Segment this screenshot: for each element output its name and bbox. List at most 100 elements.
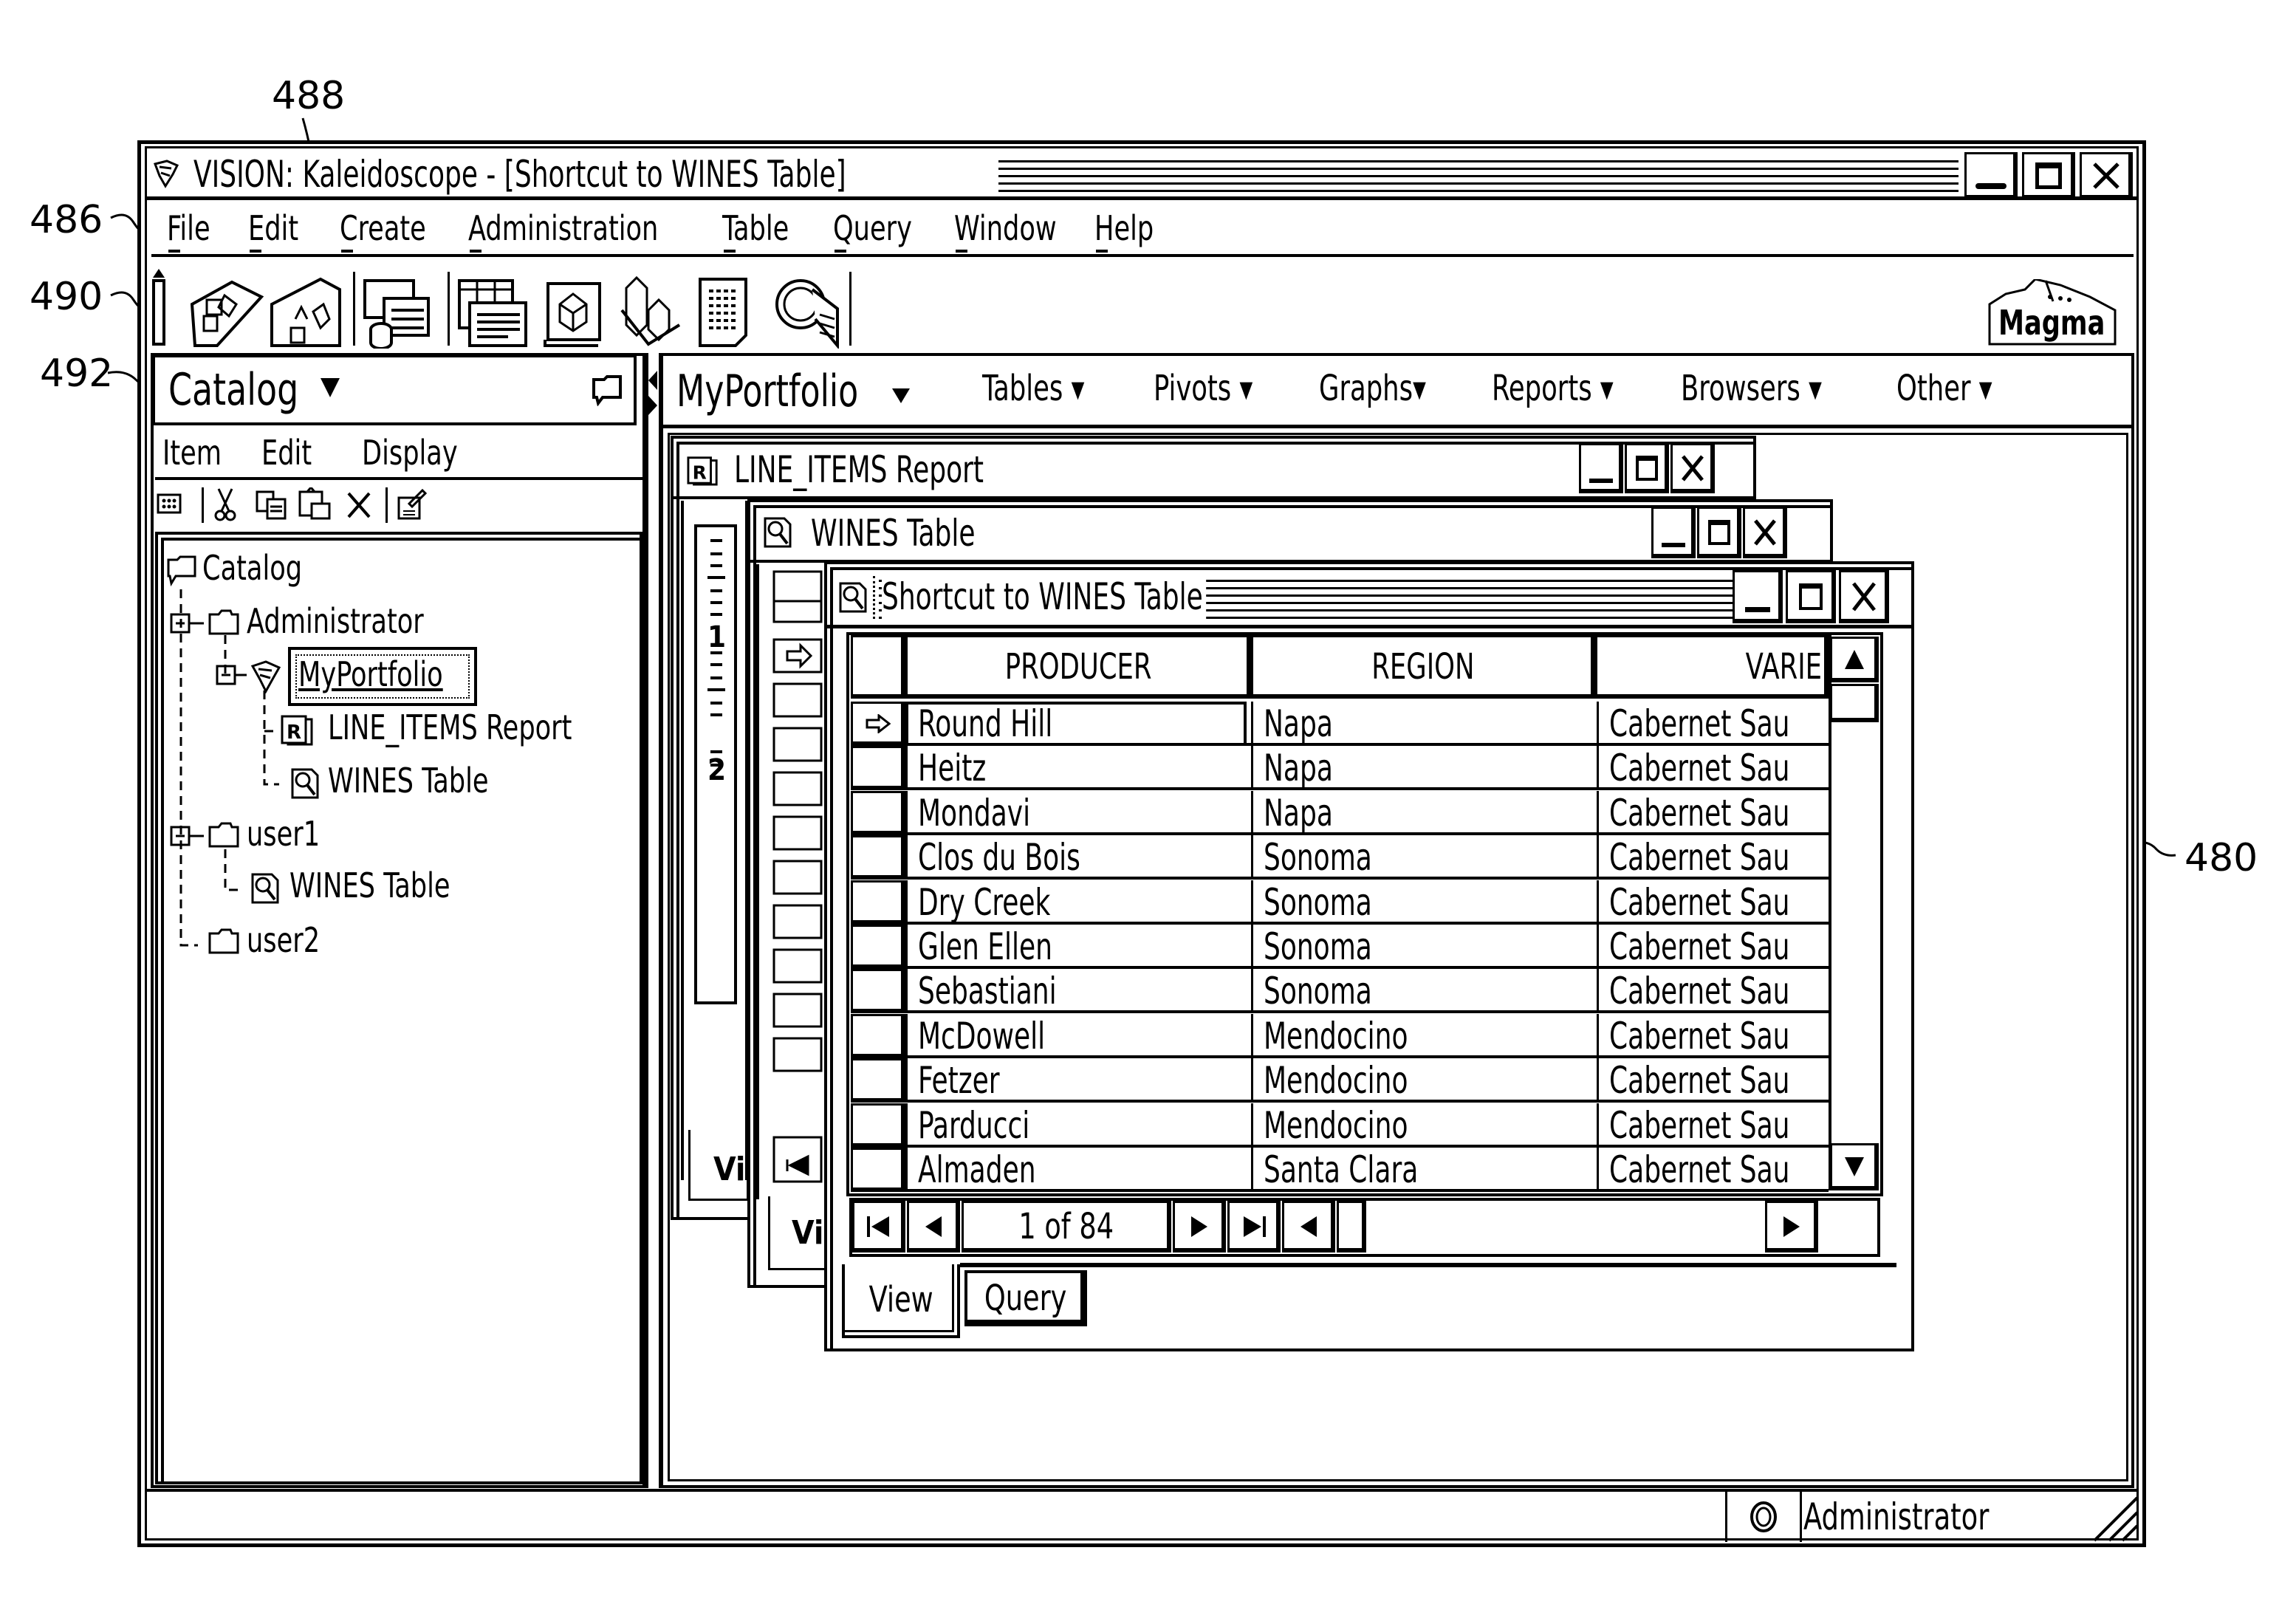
cell-variety[interactable]: Cabernet Sau (1597, 1103, 1827, 1148)
menu-window[interactable]: Window (954, 208, 1057, 248)
tree-node-wines-table[interactable]: WINES Table (328, 761, 489, 801)
last-record-button[interactable] (1227, 1201, 1281, 1252)
cell-variety[interactable]: Cabernet Sau (1597, 880, 1827, 925)
row-selector[interactable] (851, 835, 905, 880)
cell-producer[interactable]: McDowell (905, 1014, 1247, 1058)
line-items-maximize-button[interactable] (1625, 443, 1669, 493)
grid-corner-select-all[interactable] (851, 635, 905, 699)
wines-maximize-button[interactable] (1697, 507, 1741, 558)
cell-region[interactable]: Santa Clara (1251, 1148, 1591, 1192)
row-selector[interactable] (851, 925, 905, 969)
previous-record-button[interactable] (907, 1201, 960, 1252)
menu-query[interactable]: Query (833, 208, 912, 248)
scroll-right-button[interactable] (1765, 1201, 1818, 1252)
cell-region[interactable]: Napa (1251, 791, 1591, 835)
tree-node-myportfolio[interactable]: MyPortfolio (298, 654, 443, 694)
cell-region[interactable]: Sonoma (1251, 880, 1591, 925)
next-record-icon (1191, 1216, 1207, 1237)
cell-variety[interactable]: Cabernet Sau (1597, 1148, 1827, 1192)
cell-variety[interactable]: Cabernet Sau (1597, 746, 1827, 790)
row-selector[interactable] (851, 1103, 905, 1148)
maximize-button[interactable] (2022, 152, 2075, 199)
cell-producer[interactable]: Glen Ellen (905, 925, 1247, 969)
cell-producer[interactable]: Dry Creek (905, 880, 1247, 925)
cell-producer[interactable]: Almaden (905, 1148, 1247, 1192)
cell-variety[interactable]: Cabernet Sau (1597, 702, 1827, 746)
cell-producer[interactable]: Clos du Bois (905, 835, 1247, 880)
portfolio-menu-browsers[interactable]: Browsers ▾ (1681, 368, 1822, 409)
portfolio-menu-reports[interactable]: Reports ▾ (1492, 368, 1614, 409)
horizontal-scroll-track[interactable] (1366, 1201, 1765, 1252)
portfolio-title[interactable]: MyPortfolio (676, 365, 858, 418)
cell-producer[interactable]: Parducci (905, 1103, 1247, 1148)
scroll-up-button[interactable] (1830, 637, 1879, 682)
row-selector[interactable] (851, 880, 905, 925)
column-header-region[interactable]: REGION (1251, 635, 1595, 699)
horizontal-scroll-thumb[interactable] (1337, 1201, 1366, 1252)
tree-node-line-items-report[interactable]: LINE_ITEMS Report (328, 707, 572, 747)
cell-variety[interactable]: Cabernet Sau (1597, 925, 1827, 969)
row-selector[interactable] (851, 1058, 905, 1103)
row-selector[interactable] (851, 791, 905, 835)
line-items-minimize-button[interactable] (1579, 443, 1623, 493)
cell-region[interactable]: Mendocino (1251, 1103, 1591, 1148)
resize-grip-icon[interactable] (2088, 1492, 2140, 1543)
tree-node-user1-wines-table[interactable]: WINES Table (289, 866, 450, 905)
tree-node-catalog[interactable]: Catalog (202, 548, 302, 588)
row-selector[interactable] (851, 746, 905, 790)
cell-producer[interactable]: Fetzer (905, 1058, 1247, 1103)
tree-node-user2[interactable]: user2 (247, 920, 320, 960)
next-record-button[interactable] (1173, 1201, 1226, 1252)
tree-node-administrator[interactable]: Administrator (247, 601, 424, 641)
cell-producer[interactable]: Sebastiani (905, 969, 1247, 1013)
row-selector[interactable] (851, 1014, 905, 1058)
tree-node-user1[interactable]: user1 (247, 814, 320, 854)
report-document-icon[interactable] (697, 276, 756, 347)
close-button[interactable] (2080, 152, 2133, 199)
shortcut-minimize-button[interactable] (1733, 570, 1783, 623)
cell-region[interactable]: Napa (1251, 702, 1591, 746)
cell-region-text: Napa (1264, 702, 1333, 745)
cell-region[interactable]: Sonoma (1251, 925, 1591, 969)
menu-help[interactable]: Help (1094, 208, 1154, 248)
title-bar-drag-area[interactable] (998, 155, 1959, 196)
column-header-producer[interactable]: PRODUCER (905, 635, 1251, 699)
shortcut-close-button[interactable] (1839, 570, 1889, 623)
menu-table[interactable]: Table (722, 208, 789, 248)
row-selector[interactable] (851, 969, 905, 1013)
cell-variety[interactable]: Cabernet Sau (1597, 1014, 1827, 1058)
cell-producer[interactable]: Round Hill (905, 702, 1247, 746)
tab-query[interactable]: Query (964, 1270, 1087, 1326)
shortcut-maximize-button[interactable] (1786, 570, 1836, 623)
minimize-button[interactable] (1964, 152, 2018, 199)
portfolio-menu-graphs[interactable]: Graphs▾ (1319, 368, 1426, 409)
tab-view[interactable]: View (842, 1264, 960, 1338)
column-header-variety[interactable]: VARIE (1595, 635, 1829, 699)
query-browse-icon[interactable] (771, 275, 842, 349)
portfolio-menu-other[interactable]: Other ▾ (1896, 368, 1992, 409)
cell-region[interactable]: Sonoma (1251, 969, 1591, 1013)
row-selector[interactable] (851, 702, 905, 746)
cell-variety[interactable]: Cabernet Sau (1597, 835, 1827, 880)
chevron-down-icon[interactable] (891, 384, 911, 405)
wines-close-button[interactable] (1743, 507, 1787, 558)
row-selector[interactable] (851, 1148, 905, 1192)
cell-region[interactable]: Sonoma (1251, 835, 1591, 880)
cell-producer[interactable]: Mondavi (905, 791, 1247, 835)
portfolio-menu-pivots[interactable]: Pivots ▾ (1154, 368, 1252, 409)
cell-region[interactable]: Mendocino (1251, 1058, 1591, 1103)
portfolio-menu-tables[interactable]: Tables ▾ (982, 368, 1084, 409)
cell-variety[interactable]: Cabernet Sau (1597, 791, 1827, 835)
line-items-tab-outline (688, 1130, 749, 1201)
line-items-close-button[interactable] (1670, 443, 1715, 493)
cell-variety[interactable]: Cabernet Sau (1597, 969, 1827, 1013)
cell-region[interactable]: Mendocino (1251, 1014, 1591, 1058)
first-record-button[interactable] (852, 1201, 905, 1252)
scroll-down-button[interactable] (1830, 1143, 1879, 1190)
cell-producer[interactable]: Heitz (905, 746, 1247, 790)
cell-variety[interactable]: Cabernet Sau (1597, 1058, 1827, 1103)
scroll-thumb[interactable] (1830, 684, 1879, 722)
cell-region[interactable]: Napa (1251, 746, 1591, 790)
scroll-left-button[interactable] (1282, 1201, 1335, 1252)
wines-minimize-button[interactable] (1651, 507, 1696, 558)
